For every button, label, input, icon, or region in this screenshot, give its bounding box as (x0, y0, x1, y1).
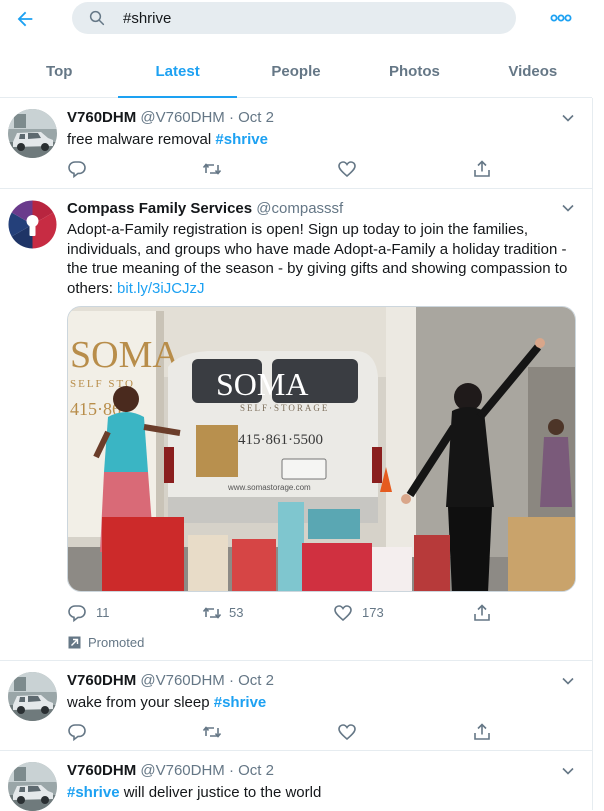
top-bar (0, 0, 592, 40)
separator: · (228, 109, 234, 126)
more-icon[interactable] (550, 8, 572, 28)
van-sub: SELF·STORAGE (240, 403, 329, 413)
tweet-text-after: will deliver justice to the world (119, 784, 322, 801)
retweet-icon[interactable] (202, 603, 222, 623)
van-url: www.somastorage.com (227, 483, 311, 492)
tweet-text-before: wake from your sleep (67, 694, 214, 711)
display-name[interactable]: V760DHM (67, 109, 136, 126)
tab-photos[interactable]: Photos (355, 46, 473, 97)
avatar[interactable] (8, 762, 57, 811)
reply-count: 11 (96, 605, 110, 620)
van-phone: 415·861·5500 (238, 432, 323, 448)
retweet-icon[interactable] (202, 722, 222, 742)
handle: @V760DHM (140, 109, 225, 126)
tweet-header: V760DHM @V760DHM · Oct 2 (67, 671, 274, 691)
avatar[interactable] (8, 672, 57, 721)
avatar[interactable] (8, 200, 57, 249)
tweet-text: #shrive will deliver justice to the worl… (67, 783, 579, 803)
back-arrow-icon[interactable] (14, 8, 36, 30)
tweet-text: free malware removal #shrive (67, 130, 579, 150)
chevron-down-icon[interactable] (561, 111, 575, 125)
van-brand: SOMA (216, 366, 308, 402)
display-name[interactable]: V760DHM (67, 762, 136, 779)
tweet-text-before: free malware removal (67, 131, 216, 148)
handle: @compasssf (256, 200, 344, 217)
display-name[interactable]: Compass Family Services (67, 200, 252, 217)
handle: @V760DHM (140, 762, 225, 779)
search-input[interactable] (123, 8, 503, 28)
sign-brand: SOMA (70, 334, 180, 376)
tweet-date[interactable]: Oct 2 (238, 109, 274, 126)
chevron-down-icon[interactable] (561, 764, 575, 778)
like-count: 173 (362, 605, 384, 620)
separator: · (228, 672, 234, 689)
tweet[interactable]: V760DHM @V760DHM · Oct 2 #shrive will de… (0, 752, 592, 811)
tweet-text: wake from your sleep #shrive (67, 693, 579, 713)
share-icon[interactable] (472, 603, 492, 623)
chevron-down-icon[interactable] (561, 674, 575, 688)
tab-latest[interactable]: Latest (118, 46, 238, 98)
tab-videos[interactable]: Videos (474, 46, 592, 97)
share-icon[interactable] (472, 722, 492, 742)
tweet-date[interactable]: Oct 2 (238, 672, 274, 689)
tweet-header: V760DHM @V760DHM · Oct 2 (67, 108, 274, 128)
tweet[interactable]: V760DHM @V760DHM · Oct 2 free malware re… (0, 99, 592, 189)
tweet-header: V760DHM @V760DHM · Oct 2 (67, 761, 274, 781)
search-box[interactable] (72, 2, 516, 34)
search-tabs: Top Latest People Photos Videos (0, 46, 592, 98)
more-button[interactable] (550, 8, 572, 28)
display-name[interactable]: V760DHM (67, 672, 136, 689)
chevron-down-icon[interactable] (561, 201, 575, 215)
retweet-icon[interactable] (202, 159, 222, 179)
back-button[interactable] (12, 6, 38, 32)
reply-icon[interactable] (67, 603, 87, 623)
tweet[interactable]: V760DHM @V760DHM · Oct 2 wake from your … (0, 662, 592, 751)
timeline-border (592, 98, 593, 810)
promoted-label[interactable]: Promoted (68, 635, 144, 650)
avatar[interactable] (8, 109, 57, 158)
share-icon[interactable] (472, 159, 492, 179)
hashtag-link[interactable]: #shrive (215, 131, 268, 148)
like-icon[interactable] (333, 603, 353, 623)
reply-icon[interactable] (67, 159, 87, 179)
promoted-icon (68, 636, 81, 649)
hashtag-link[interactable]: #shrive (67, 784, 120, 801)
reply-icon[interactable] (67, 722, 87, 742)
tweet-header: Compass Family Services @compasssf (67, 199, 343, 219)
hashtag-link[interactable]: #shrive (214, 694, 267, 711)
tab-people[interactable]: People (237, 46, 355, 97)
tweet-photo[interactable]: SOMA SELF STO 415·861 SOMA SELF·STORAGE … (67, 306, 576, 592)
tweet-text: Adopt-a-Family registration is open! Sig… (67, 220, 581, 298)
search-icon (89, 10, 105, 26)
promoted-text: Promoted (88, 635, 145, 650)
handle: @V760DHM (140, 672, 225, 689)
like-icon[interactable] (337, 722, 357, 742)
tab-top[interactable]: Top (0, 46, 118, 97)
separator: · (228, 762, 234, 779)
retweet-count: 53 (229, 605, 244, 620)
tweet-link[interactable]: bit.ly/3iJCJzJ (117, 280, 205, 297)
tweet-date[interactable]: Oct 2 (238, 762, 274, 779)
like-icon[interactable] (337, 159, 357, 179)
tweet[interactable]: Compass Family Services @compasssf Adopt… (0, 189, 592, 661)
